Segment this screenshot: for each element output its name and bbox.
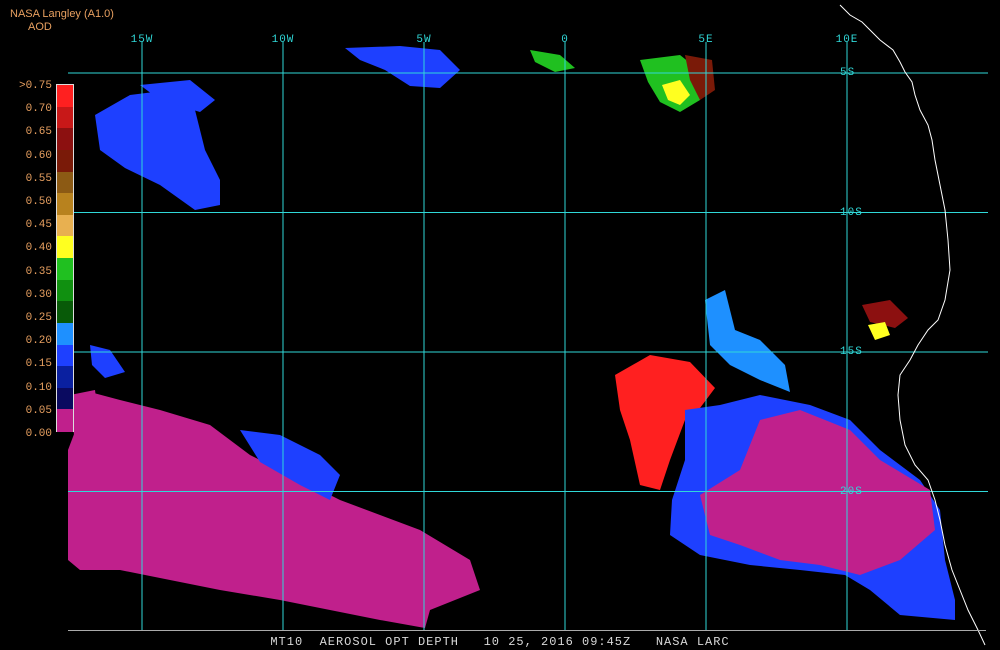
colorbar-tick-label: 0.55 <box>25 172 52 185</box>
latitude-label: 10S <box>840 206 863 219</box>
colorbar-swatch <box>57 322 73 345</box>
aod-map-view: NASA Langley (A1.0) AOD 15W 10W 5W 0 5E 10E 5… <box>0 0 1000 650</box>
colorbar-swatch <box>57 149 73 172</box>
colorbar-swatch <box>57 128 73 151</box>
variable-label: AOD <box>28 21 52 33</box>
colorbar-swatch <box>57 409 73 432</box>
colorbar-swatch <box>57 214 73 237</box>
colorbar-tick-label: 0.30 <box>25 288 52 301</box>
colorbar-tick-label: 0.05 <box>25 404 52 417</box>
colorbar-swatch <box>57 106 73 129</box>
colorbar-tick-label: 0.00 <box>25 428 52 440</box>
map-caption: MT10 AEROSOL OPT DEPTH 10 25, 2016 09:45… <box>270 635 730 649</box>
colorbar-swatch <box>57 366 73 389</box>
colorbar-swatch <box>57 171 73 194</box>
colorbar-tick-label: >0.75 <box>18 80 52 92</box>
aod-colorbar <box>56 84 74 432</box>
longitude-label: 15W <box>130 34 154 46</box>
colorbar-tick-label: 0.60 <box>25 149 52 162</box>
aod-region-mid-east <box>705 290 790 392</box>
colorbar-swatch <box>57 236 73 259</box>
colorbar-swatch <box>57 193 73 216</box>
colorbar-swatch <box>57 301 73 324</box>
aod-region-low-north <box>345 46 460 88</box>
aod-region-low-west <box>90 345 125 378</box>
colorbar-swatch <box>57 387 73 410</box>
latitude-label: 5S <box>840 67 856 79</box>
latitude-label: 15S <box>840 346 863 358</box>
product-title: NASA Langley (A1.0) <box>10 8 114 20</box>
colorbar-swatch <box>57 258 73 281</box>
colorbar-swatch <box>57 279 73 302</box>
aod-map <box>68 4 988 646</box>
colorbar-tick-label: 0.70 <box>25 103 52 116</box>
map-bottom-border <box>68 630 986 631</box>
longitude-label: 10W <box>271 34 295 46</box>
aerosol-retrievals <box>68 46 955 628</box>
colorbar-tick-label: 0.50 <box>25 196 52 208</box>
colorbar-tick-label: 0.40 <box>25 242 52 255</box>
colorbar-tick-label: 0.45 <box>25 219 52 232</box>
latitude-label: 20S <box>840 485 863 498</box>
colorbar-tick-label: 0.65 <box>25 126 52 139</box>
colorbar-tick-label: 0.20 <box>25 335 52 348</box>
longitude-label: 5W <box>416 34 432 46</box>
colorbar-swatch <box>57 85 73 108</box>
colorbar-tick-label: 0.25 <box>25 312 52 324</box>
longitude-label: 0 <box>561 34 569 46</box>
colorbar-tick-label: 0.15 <box>25 358 52 371</box>
longitude-label: 10E <box>835 34 859 46</box>
colorbar-tick-label: 0.35 <box>25 265 52 278</box>
longitude-label: 5E <box>698 34 714 46</box>
aod-region-plume-ne-lightgreen <box>530 50 575 72</box>
aod-region-clean-sw <box>68 392 480 628</box>
colorbar-tick-label: 0.10 <box>25 381 52 394</box>
colorbar-swatch <box>57 344 73 367</box>
